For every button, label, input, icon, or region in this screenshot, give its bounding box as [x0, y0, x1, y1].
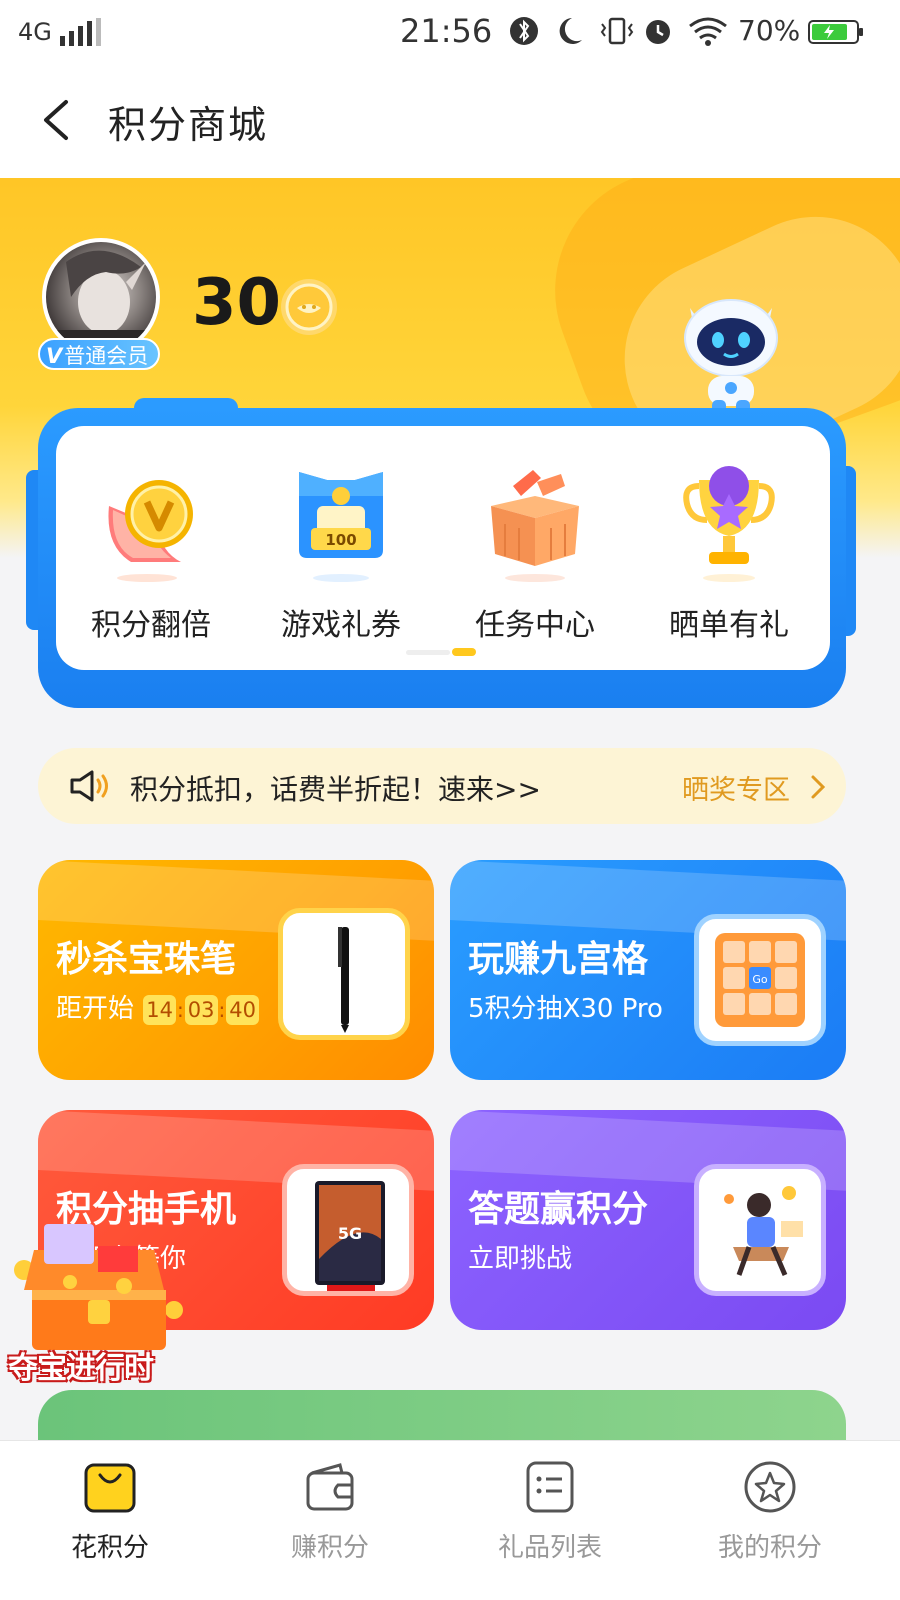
signal-icon — [60, 18, 101, 46]
nav-label: 赚积分 — [290, 1533, 369, 1563]
quiz-thumbnail — [694, 1164, 826, 1296]
nav-tab-gift-list[interactable]: 礼品列表 — [470, 1459, 630, 1579]
status-bar: 4G 21:56 70% — [0, 0, 900, 62]
promo-subtitle: 立即挑战 — [468, 1244, 573, 1274]
quick-entry-label: 游戏礼券 — [281, 608, 401, 643]
coin-double-icon — [108, 480, 193, 582]
mascot-robot-icon — [684, 299, 778, 418]
countdown-minutes: 03 — [184, 994, 218, 1025]
nine-grid-icon: Go — [715, 933, 805, 1027]
app-header: 积分商城 — [0, 62, 900, 178]
page-title: 积分商城 — [108, 103, 269, 147]
shopping-bag-icon — [84, 1463, 136, 1513]
countdown-hours: 14 — [143, 994, 177, 1025]
member-badge[interactable]: V普通会员 — [38, 338, 161, 370]
vip-icon: V — [46, 344, 63, 368]
pen-thumbnail — [278, 908, 410, 1040]
nav-label: 花积分 — [70, 1533, 149, 1563]
quiz-person-icon — [724, 1186, 803, 1276]
nav-tab-earn-points[interactable]: 赚积分 — [250, 1459, 410, 1579]
status-icons — [510, 17, 727, 46]
nav-tab-my-points[interactable]: 我的积分 — [690, 1459, 850, 1579]
member-level: 普通会员 — [64, 344, 149, 368]
network-type: 4G — [18, 18, 52, 46]
quick-entry-card: 积分翻倍 100 游戏礼券 任务中心 晒单有礼 — [56, 426, 830, 670]
avatar-image — [46, 250, 156, 352]
promo-subtitle: 5积分抽X30 Pro — [468, 994, 663, 1024]
bottom-nav: 花积分 赚积分 礼品列表 我的积分 — [0, 1440, 900, 1600]
phone-thumbnail: 5G — [282, 1164, 414, 1296]
star-badge-icon — [744, 1461, 796, 1513]
speaker-icon — [70, 770, 108, 802]
countdown: 距开始 14:03:40 — [56, 988, 260, 1025]
quick-entry-label: 任务中心 — [475, 608, 595, 643]
countdown-label: 距开始 — [56, 994, 135, 1024]
svg-text:5G: 5G — [338, 1224, 362, 1243]
nav-tab-spend-points[interactable]: 花积分 — [30, 1459, 190, 1579]
nine-grid-card[interactable]: 玩赚九宫格 5积分抽X30 Pro Go — [450, 860, 846, 1080]
vibrate-icon — [600, 17, 634, 45]
list-icon — [526, 1461, 574, 1513]
quiz-card[interactable]: 答题赢积分 立即挑战 — [450, 1110, 846, 1330]
promo-title: 答题赢积分 — [468, 1189, 649, 1230]
task-box-icon — [491, 470, 579, 582]
notice-text: 积分抵扣，话费半折起！速来>> — [130, 773, 541, 806]
pager-dot — [406, 650, 450, 655]
quick-entry-points-double[interactable]: 积分翻倍 — [56, 466, 246, 656]
prize-zone-link[interactable]: 晒奖专区 — [682, 768, 790, 807]
svg-text:Go: Go — [752, 973, 768, 986]
promo-title: 玩赚九宫格 — [468, 939, 649, 980]
nav-label: 我的积分 — [717, 1533, 822, 1563]
svg-text:100: 100 — [325, 531, 356, 549]
battery-icon — [808, 20, 863, 44]
back-button[interactable] — [32, 92, 82, 148]
flash-sale-card[interactable]: 秒杀宝珠笔 距开始 14:03:40 — [38, 860, 434, 1080]
chevron-right-icon — [811, 775, 826, 799]
game-coupon-icon: 100 — [299, 472, 383, 582]
points-coin-icon — [281, 279, 337, 335]
treasure-label[interactable]: 夺宝进行时 — [8, 1343, 154, 1387]
promo-title: 秒杀宝珠笔 — [56, 939, 237, 980]
quick-entry-show-order[interactable]: 晒单有礼 — [634, 466, 824, 656]
bluetooth-icon — [510, 17, 538, 45]
nav-label: 礼品列表 — [497, 1533, 602, 1563]
nine-grid-thumbnail: Go — [694, 914, 826, 1046]
notice-bar[interactable]: 积分抵扣，话费半折起！速来>> 晒奖专区 — [38, 748, 846, 824]
wifi-icon — [689, 17, 727, 46]
clock: 21:56 — [400, 12, 493, 50]
alarm-icon — [646, 20, 670, 44]
quick-entry-game-coupon[interactable]: 100 游戏礼券 — [246, 466, 436, 656]
battery-percent: 70% — [738, 14, 801, 47]
wallet-icon — [306, 1463, 354, 1511]
points-balance: 30 — [192, 266, 282, 340]
moon-icon — [559, 18, 582, 44]
quick-entry-label: 积分翻倍 — [91, 608, 211, 643]
pen-icon — [338, 927, 349, 1033]
pager-indicator — [406, 648, 476, 656]
quick-entry-task-center[interactable]: 任务中心 — [440, 466, 630, 656]
pager-dot-active — [452, 648, 476, 656]
trophy-icon — [683, 466, 775, 582]
quick-entry-label: 晒单有礼 — [669, 608, 789, 643]
phone-icon: 5G — [315, 1181, 385, 1291]
countdown-seconds: 40 — [226, 994, 259, 1025]
